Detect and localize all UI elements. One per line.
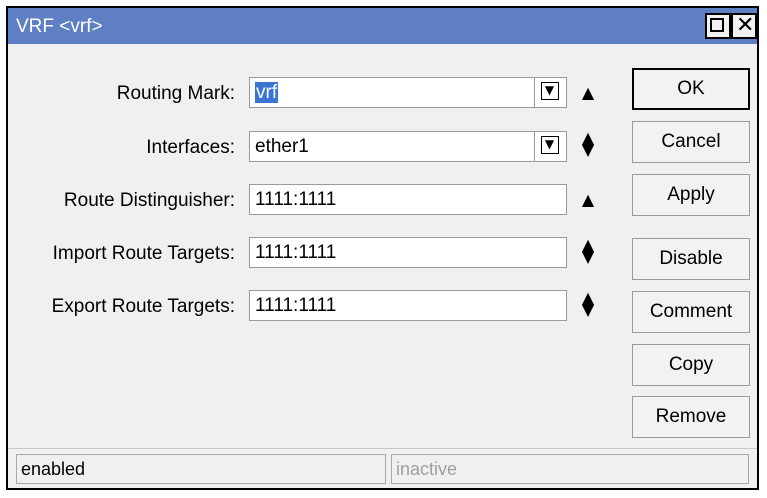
routing-mark-dropdown-icon[interactable]: ▼ xyxy=(534,78,564,107)
routing-mark-value: vrf xyxy=(255,82,279,103)
route-distinguisher-value: 1111:1111 xyxy=(255,189,337,210)
status-divider xyxy=(8,448,757,449)
export-route-targets-label: Export Route Targets: xyxy=(51,296,235,317)
interfaces-dropdown-icon[interactable]: ▼ xyxy=(534,132,564,161)
interfaces-input[interactable]: ether1 xyxy=(249,131,567,162)
route-distinguisher-label: Route Distinguisher: xyxy=(63,190,235,211)
remove-button[interactable]: Remove xyxy=(632,396,750,438)
routing-mark-label: Routing Mark: xyxy=(116,83,235,104)
title-bar[interactable]: VRF <vrf> ✕ xyxy=(8,8,757,44)
disable-button[interactable]: Disable xyxy=(632,238,750,280)
routing-mark-input[interactable]: vrf xyxy=(249,77,567,108)
comment-button[interactable]: Comment xyxy=(632,291,750,333)
status-enabled: enabled xyxy=(16,454,386,484)
window-title: VRF <vrf> xyxy=(16,16,103,37)
apply-button[interactable]: Apply xyxy=(632,174,750,216)
interfaces-value: ether1 xyxy=(255,136,309,157)
import-route-targets-input[interactable]: 1111:1111 xyxy=(249,237,567,268)
import-route-targets-updown-icon[interactable]: ▲ ▼ xyxy=(576,237,600,265)
export-route-targets-input[interactable]: 1111:1111 xyxy=(249,290,567,321)
export-route-targets-value: 1111:1111 xyxy=(255,295,337,316)
interfaces-label: Interfaces: xyxy=(146,137,235,158)
vrf-dialog-window: VRF <vrf> ✕ Routing Mark: vrf ▼ ▲ Interf… xyxy=(6,6,759,490)
routing-mark-collapse-icon[interactable]: ▲ xyxy=(576,85,600,101)
ok-button[interactable]: OK xyxy=(632,68,750,110)
copy-button[interactable]: Copy xyxy=(632,344,750,386)
route-distinguisher-input[interactable]: 1111:1111 xyxy=(249,184,567,215)
import-route-targets-label: Import Route Targets: xyxy=(52,243,235,264)
cancel-button[interactable]: Cancel xyxy=(632,121,750,163)
status-inactive: inactive xyxy=(391,454,749,484)
export-route-targets-updown-icon[interactable]: ▲ ▼ xyxy=(576,290,600,318)
import-route-targets-value: 1111:1111 xyxy=(255,242,337,263)
interfaces-updown-icon[interactable]: ▲ ▼ xyxy=(576,130,600,158)
route-distinguisher-collapse-icon[interactable]: ▲ xyxy=(576,192,600,208)
close-icon[interactable]: ✕ xyxy=(731,13,757,39)
maximize-icon[interactable] xyxy=(705,13,731,39)
